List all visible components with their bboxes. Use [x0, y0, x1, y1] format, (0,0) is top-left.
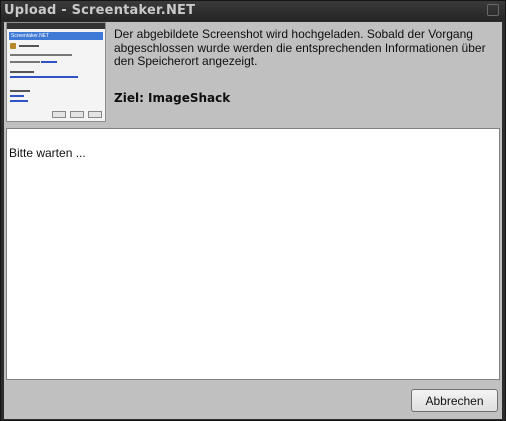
thumbnail-link	[10, 100, 28, 102]
thumbnail-text-line	[10, 54, 72, 56]
thumbnail-button	[88, 111, 102, 118]
thumbnail-text-line	[10, 71, 34, 73]
upload-window: Upload - Screentaker.NET Screentaker.NET…	[0, 0, 506, 421]
thumbnail-text-line	[10, 90, 30, 92]
thumbnail-link	[10, 95, 24, 97]
close-icon[interactable]	[487, 4, 499, 16]
status-text: Bitte warten ...	[9, 146, 86, 160]
thumbnail-text-line	[19, 45, 39, 47]
thumbnail-button	[70, 111, 84, 118]
upload-description: Der abgebildete Screenshot wird hochgela…	[114, 27, 486, 68]
thumbnail-text-line	[10, 61, 40, 63]
thumbnail-button	[52, 111, 66, 118]
title-bar[interactable]: Upload - Screentaker.NET	[1, 1, 505, 21]
cancel-button[interactable]: Abbrechen	[411, 389, 498, 412]
thumbnail-app-icon	[10, 43, 16, 49]
thumbnail-titlebar	[7, 23, 105, 29]
screenshot-thumbnail: Screentaker.NET	[6, 22, 106, 122]
thumbnail-link	[10, 76, 78, 78]
upload-output-box[interactable]: Bitte warten ...	[6, 128, 500, 380]
dialog-content: Screentaker.NET Der abgebildete Screensh…	[4, 22, 502, 419]
upload-target: Ziel: ImageShack	[114, 91, 231, 105]
thumbnail-link	[41, 61, 57, 63]
window-title: Upload - Screentaker.NET	[4, 3, 196, 18]
thumbnail-selected-item: Screentaker.NET	[9, 32, 103, 40]
